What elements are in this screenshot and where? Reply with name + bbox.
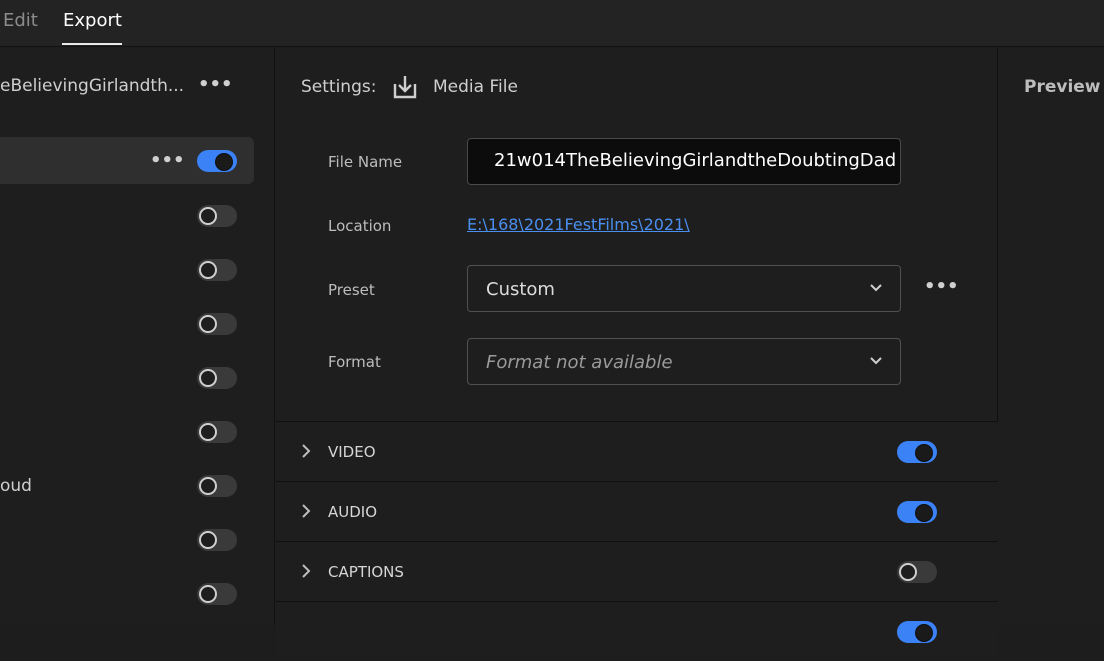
destination-toggle-5[interactable] [197,367,237,389]
settings-panel: Settings: Media File File Name 21w014The… [276,48,998,661]
download-icon [393,76,417,99]
media-file-label: Media File [433,77,518,97]
active-tab-indicator [62,43,122,45]
tab-edit[interactable]: Edit [3,10,38,31]
left-list-item-selected[interactable]: ••• [0,137,254,184]
more-options-icon[interactable]: ••• [198,74,233,95]
tab-export[interactable]: Export [63,10,122,31]
format-placeholder: Format not available [486,352,673,373]
chevron-right-icon[interactable] [301,443,311,459]
section-next[interactable] [276,601,998,661]
file-name-input[interactable]: 21w014TheBelievingGirlandtheDoubtingDad [467,138,901,185]
section-video[interactable]: VIDEO [276,421,998,481]
format-label: Format [328,353,381,371]
chevron-right-icon[interactable] [301,563,311,579]
settings-label: Settings: [301,77,377,97]
top-bar: Edit Export [0,0,1104,47]
location-link[interactable]: E:\168\2021FestFilms\2021\ [467,215,690,234]
destination-toggle-3[interactable] [197,259,237,281]
location-label: Location [328,217,392,235]
export-source-title: eBelievingGirlandth... [0,76,185,96]
section-label: VIDEO [328,443,376,461]
format-select[interactable]: Format not available [467,338,901,385]
destination-toggle-8[interactable] [197,529,237,551]
chevron-down-icon [870,284,882,292]
destination-toggle-2[interactable] [197,205,237,227]
destination-toggle-9[interactable] [197,583,237,605]
row-more-options-icon[interactable]: ••• [150,150,185,171]
file-name-label: File Name [328,153,403,171]
section-label: AUDIO [328,503,378,521]
preset-select[interactable]: Custom [467,265,901,312]
left-list-item-label: oud [0,476,32,496]
next-section-toggle[interactable] [897,621,937,643]
chevron-down-icon [870,357,882,365]
destination-toggle-4[interactable] [197,313,237,335]
destination-toggle-6[interactable] [197,421,237,443]
audio-toggle[interactable] [897,501,937,523]
preset-label: Preset [328,281,375,299]
section-captions[interactable]: CAPTIONS [276,541,998,601]
preview-panel: Preview [999,48,1104,625]
chevron-right-icon[interactable] [301,503,311,519]
section-label: CAPTIONS [328,563,404,581]
preset-more-options-icon[interactable]: ••• [924,276,959,297]
left-panel: eBelievingGirlandth... ••• ••• oud [0,48,275,625]
preset-value: Custom [486,279,555,300]
destination-toggle-1[interactable] [197,150,237,172]
preview-label: Preview [1024,77,1101,97]
video-toggle[interactable] [897,441,937,463]
section-audio[interactable]: AUDIO [276,481,998,541]
destination-toggle-7[interactable] [197,475,237,497]
captions-toggle[interactable] [897,561,937,583]
